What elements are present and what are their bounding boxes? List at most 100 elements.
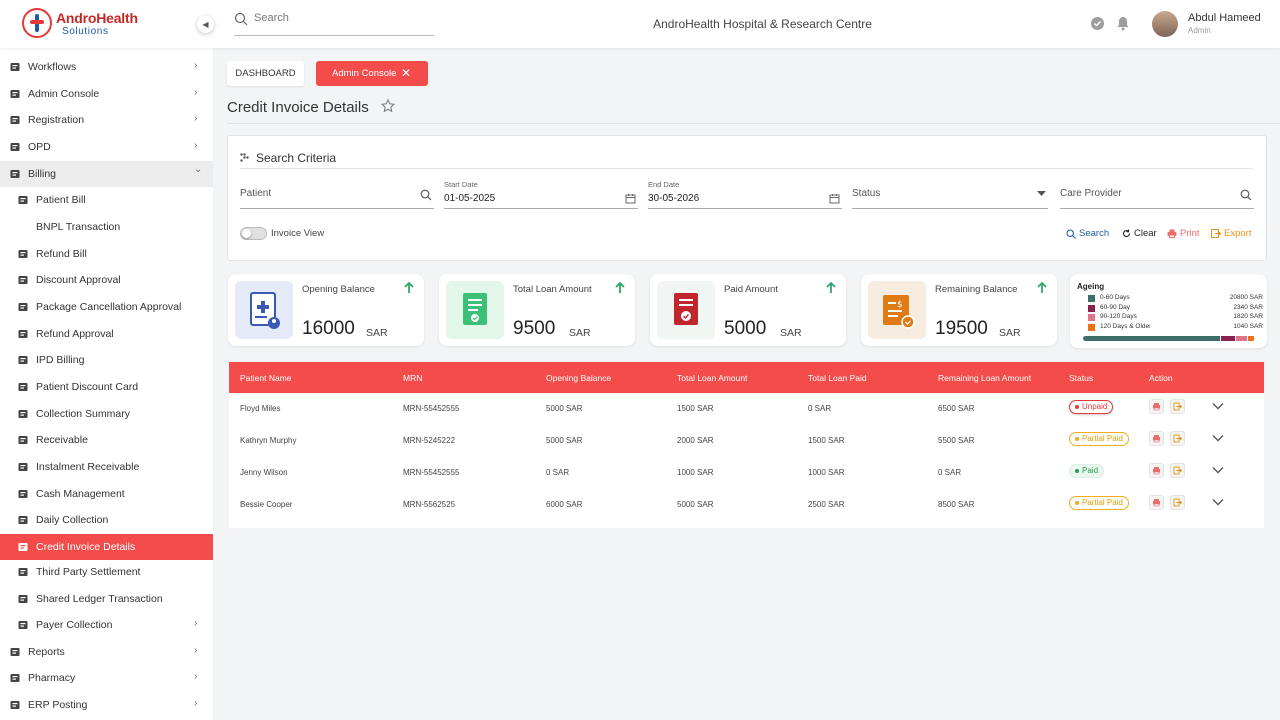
arrow-up-icon: [615, 282, 625, 293]
close-icon[interactable]: ✕: [401, 61, 411, 86]
table-row[interactable]: Jenny Wilson MRN-55452555 0 SAR 1000 SAR 100…: [229, 457, 1264, 489]
sidebar-item-third-party-settlement[interactable]: Third Party Settlement: [0, 559, 213, 585]
cell-paid: 1000 SAR: [808, 468, 845, 477]
sidebar-item-workflows[interactable]: Workflows ›: [0, 54, 213, 80]
sidebar-item-billing[interactable]: Billing ⌄: [0, 161, 213, 187]
col-patient-name[interactable]: Patient Name: [240, 373, 292, 383]
print-row-button[interactable]: [1149, 463, 1164, 478]
sidebar-item-erp-posting[interactable]: ERP Posting ›: [0, 692, 213, 718]
chevron-down-icon[interactable]: [1212, 402, 1224, 410]
patient-field[interactable]: Patient: [240, 178, 434, 209]
sidebar-item-patient-bill[interactable]: Patient Bill: [0, 187, 213, 213]
sidebar-item-daily-collection[interactable]: Daily Collection: [0, 507, 213, 533]
legend-swatch: [1088, 295, 1095, 302]
user-name[interactable]: Abdul Hameed: [1188, 12, 1261, 24]
status-badge: Unpaid: [1069, 400, 1114, 414]
reset-icon: [1122, 229, 1131, 238]
sidebar-item-pharmacy[interactable]: Pharmacy ›: [0, 665, 213, 691]
chevron-down-icon[interactable]: [1212, 498, 1224, 506]
invoice-view-toggle[interactable]: [240, 227, 267, 240]
sidebar-item-credit-invoice-details[interactable]: Credit Invoice Details: [0, 534, 213, 560]
paid-document-icon: [657, 281, 715, 339]
bill-icon: [17, 194, 29, 206]
verified-badge-icon[interactable]: [1090, 16, 1105, 31]
hospital-name: AndroHealth Hospital & Research Centre: [653, 17, 872, 31]
cell-paid: 0 SAR: [808, 404, 832, 413]
avatar[interactable]: [1152, 11, 1178, 37]
ageing-label: 90-120 Days: [1100, 313, 1137, 320]
sidebar-item-label: Cash Management: [36, 488, 125, 500]
export-button[interactable]: Export: [1211, 228, 1251, 239]
bell-icon[interactable]: [1116, 16, 1130, 31]
app-logo[interactable]: AndroHealth Solutions: [22, 8, 138, 40]
export-row-button[interactable]: [1170, 431, 1185, 446]
cell-name: Bessie Cooper: [240, 500, 293, 509]
calendar-icon[interactable]: [625, 193, 636, 204]
chevron-right-icon: ›: [194, 140, 198, 151]
col-total-loan-amount[interactable]: Total Loan Amount: [677, 373, 747, 383]
search-button[interactable]: Search: [1066, 228, 1109, 239]
sidebar-item-receivable[interactable]: Receivable: [0, 427, 213, 453]
table-row[interactable]: Bessie Cooper MRN-5562525 6000 SAR 5000 SAR…: [229, 489, 1264, 521]
sidebar-item-reports[interactable]: Reports ›: [0, 639, 213, 665]
export-row-button[interactable]: [1170, 495, 1185, 510]
star-icon[interactable]: [381, 99, 395, 113]
end-date-field[interactable]: End Date 30-05-2026: [648, 178, 842, 209]
sidebar-item-refund-approval[interactable]: Refund Approval: [0, 321, 213, 347]
search-input[interactable]: [254, 12, 424, 24]
sidebar-item-collection-summary[interactable]: Collection Summary: [0, 401, 213, 427]
sidebar-item-package-cancellation-approval[interactable]: Package Cancellation Approval: [0, 294, 213, 320]
ageing-value: 2340 SAR: [1233, 303, 1263, 311]
sidebar-item-label: Patient Bill: [36, 194, 86, 206]
print-row-button[interactable]: [1149, 495, 1164, 510]
end-date-label: End Date: [648, 180, 680, 189]
receivable-icon: [17, 434, 29, 446]
col-mrn[interactable]: MRN: [403, 373, 422, 383]
export-icon: [1211, 229, 1221, 238]
sidebar-item-shared-ledger-transaction[interactable]: Shared Ledger Transaction: [0, 586, 213, 612]
sidebar-item-registration[interactable]: Registration ›: [0, 107, 213, 133]
status-select[interactable]: Status: [852, 178, 1048, 209]
ageing-title: Ageing: [1077, 282, 1105, 291]
export-row-button[interactable]: [1170, 399, 1185, 414]
calendar-icon[interactable]: [829, 193, 840, 204]
sidebar-item-patient-discount-card[interactable]: Patient Discount Card: [0, 374, 213, 400]
chevron-down-icon[interactable]: [1212, 434, 1224, 442]
table-row[interactable]: Floyd Miles MRN-55452555 5000 SAR 1500 SAR 0…: [229, 393, 1264, 425]
care-provider-field[interactable]: Care Provider: [1060, 178, 1254, 209]
sidebar-item-refund-bill[interactable]: Refund Bill: [0, 241, 213, 267]
print-row-button[interactable]: [1149, 431, 1164, 446]
search-button-label: Search: [1079, 228, 1110, 239]
sidebar-item-payer-collection[interactable]: Payer Collection ›: [0, 612, 213, 638]
export-row-button[interactable]: [1170, 463, 1185, 478]
table-row[interactable]: Kathryn Murphy MRN-5245222 5000 SAR 2000 SA…: [229, 425, 1264, 457]
chevron-down-icon[interactable]: [1212, 466, 1224, 474]
col-remaining-loan-amount[interactable]: Remaining Loan Amount: [938, 373, 1031, 383]
breadcrumb-dashboard[interactable]: DASHBOARD: [227, 61, 304, 86]
col-opening-balance[interactable]: Opening Balance: [546, 373, 611, 383]
sidebar-item-cash-management[interactable]: Cash Management: [0, 481, 213, 507]
export-icon: [1173, 466, 1183, 475]
sidebar-item-instalment-receivable[interactable]: Instalment Receivable: [0, 454, 213, 480]
col-total-loan-paid[interactable]: Total Loan Paid: [808, 373, 867, 383]
col-status[interactable]: Status: [1069, 373, 1093, 383]
cash-icon: [17, 488, 29, 500]
cell-mrn: MRN-5245222: [403, 436, 456, 445]
caret-down-icon: [1037, 191, 1046, 196]
sidebar-collapse-button[interactable]: ◀: [197, 16, 214, 33]
sidebar-item-bnpl-transaction[interactable]: BNPL Transaction: [0, 214, 213, 240]
sidebar-item-label: Refund Bill: [36, 248, 87, 260]
sidebar-item-admin-console[interactable]: Admin Console ›: [0, 81, 213, 107]
col-action: Action: [1149, 373, 1173, 383]
start-date-label: Start Date: [444, 180, 478, 189]
sidebar-item-ipd-billing[interactable]: IPD Billing: [0, 347, 213, 373]
start-date-field[interactable]: Start Date 01-05-2025: [444, 178, 638, 209]
search-icon[interactable]: [420, 189, 432, 201]
print-button[interactable]: Print: [1167, 228, 1200, 239]
search-icon[interactable]: [1240, 189, 1252, 201]
sidebar-item-discount-approval[interactable]: Discount Approval: [0, 267, 213, 293]
breadcrumb-tab-admin-console[interactable]: Admin Console ✕: [316, 61, 428, 86]
sidebar-item-opd[interactable]: OPD ›: [0, 134, 213, 160]
clear-button[interactable]: Clear: [1122, 228, 1157, 239]
print-row-button[interactable]: [1149, 399, 1164, 414]
